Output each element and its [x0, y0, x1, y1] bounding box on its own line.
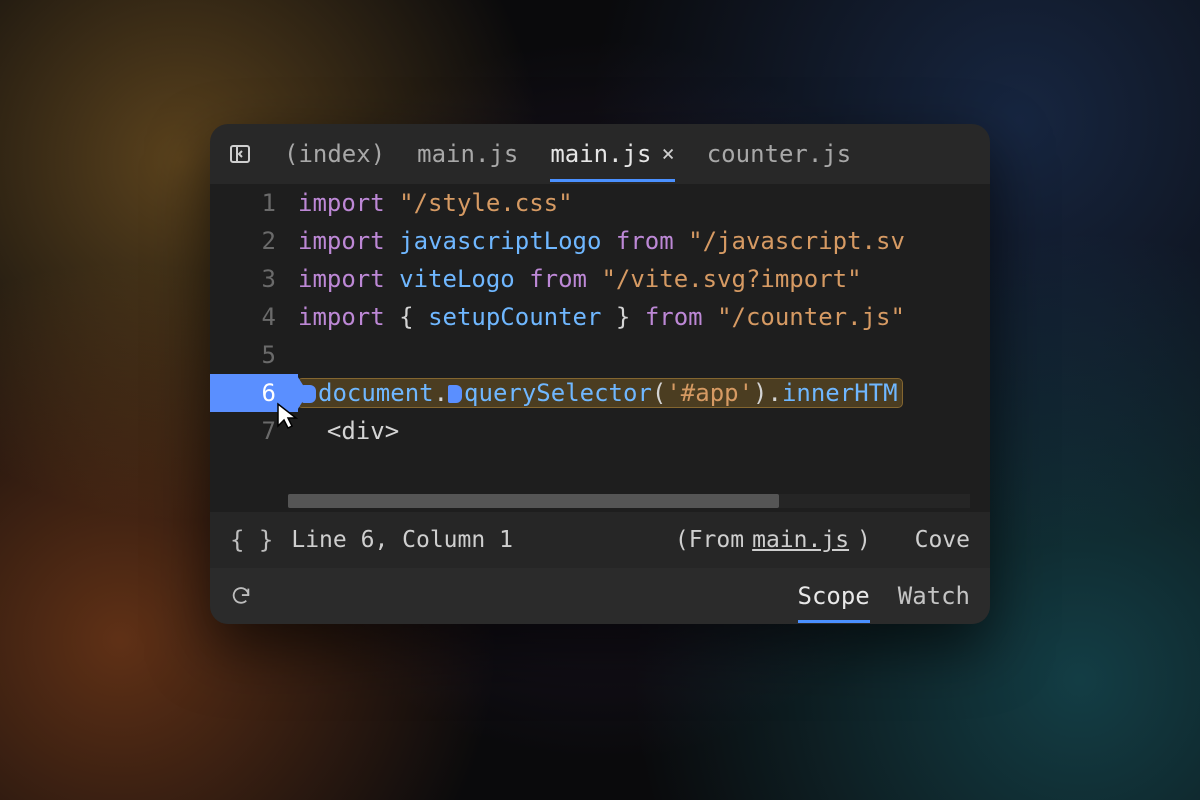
code-line[interactable]: 7 <div>	[210, 412, 990, 450]
code-content[interactable]: <div>	[298, 412, 399, 450]
line-number[interactable]: 6	[210, 374, 298, 412]
code-line[interactable]: 4import { setupCounter } from "/counter.…	[210, 298, 990, 336]
tab-scope[interactable]: Scope	[798, 569, 870, 623]
code-line[interactable]: 6document.querySelector('#app').innerHTM	[210, 374, 990, 412]
editor-tabbar: (index) main.js main.js × counter.js	[210, 124, 990, 184]
code-content[interactable]: import viteLogo from "/vite.svg?import"	[298, 260, 862, 298]
line-number[interactable]: 2	[210, 222, 298, 260]
code-line[interactable]: 5	[210, 336, 990, 374]
close-tab-icon[interactable]: ×	[661, 142, 674, 167]
code-content[interactable]: import "/style.css"	[298, 184, 573, 222]
line-number[interactable]: 4	[210, 298, 298, 336]
line-number[interactable]: 7	[210, 412, 298, 450]
tab-mainjs-2[interactable]: main.js ×	[550, 126, 674, 182]
toggle-navigator-icon[interactable]	[228, 142, 252, 166]
tab-label: counter.js	[707, 140, 852, 168]
code-editor[interactable]: 1import "/style.css"2import javascriptLo…	[210, 184, 990, 512]
from-suffix: )	[857, 527, 871, 553]
from-prefix: (From	[675, 527, 744, 553]
code-content[interactable]: document.querySelector('#app').innerHTM	[298, 374, 902, 412]
cursor-position: Line 6, Column 1	[291, 527, 513, 553]
scrollbar-thumb[interactable]	[288, 494, 779, 508]
tab-watch[interactable]: Watch	[898, 569, 970, 623]
tab-index[interactable]: (index)	[284, 126, 385, 182]
coverage-label[interactable]: Cove	[915, 527, 970, 553]
code-content[interactable]: import javascriptLogo from "/javascript.…	[298, 222, 905, 260]
editor-statusbar: { } Line 6, Column 1 (From main.js) Cove	[210, 512, 990, 568]
code-line[interactable]: 1import "/style.css"	[210, 184, 990, 222]
line-number[interactable]: 3	[210, 260, 298, 298]
tab-label: (index)	[284, 140, 385, 168]
refresh-icon[interactable]	[230, 585, 252, 607]
tab-label: Scope	[798, 582, 870, 610]
pretty-print-icon[interactable]: { }	[230, 526, 273, 554]
code-line[interactable]: 2import javascriptLogo from "/javascript…	[210, 222, 990, 260]
devtools-sources-panel: (index) main.js main.js × counter.js 1im…	[210, 124, 990, 624]
tab-counterjs[interactable]: counter.js	[707, 126, 852, 182]
tab-label: main.js	[417, 140, 518, 168]
line-number[interactable]: 5	[210, 336, 298, 374]
tab-mainjs-1[interactable]: main.js	[417, 126, 518, 182]
code-line[interactable]: 3import viteLogo from "/vite.svg?import"	[210, 260, 990, 298]
line-number[interactable]: 1	[210, 184, 298, 222]
debugger-tabbar: Scope Watch	[210, 568, 990, 624]
horizontal-scrollbar[interactable]	[288, 494, 970, 508]
tab-label: main.js	[550, 140, 651, 168]
tab-label: Watch	[898, 582, 970, 610]
from-file-link[interactable]: main.js	[752, 527, 849, 553]
code-content[interactable]: import { setupCounter } from "/counter.j…	[298, 298, 905, 336]
